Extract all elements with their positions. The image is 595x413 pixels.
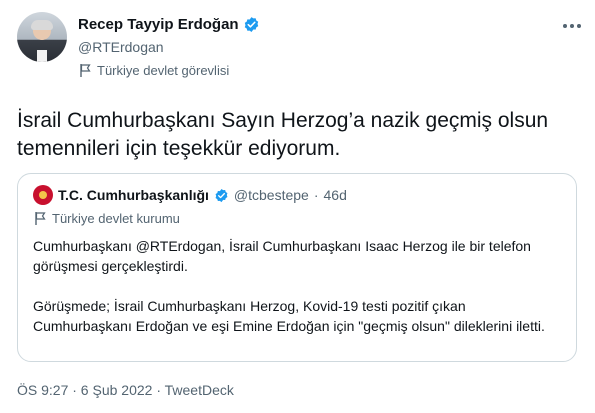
quoted-author-handle[interactable]: @tcbestepe [234,187,309,203]
more-dot [570,24,574,28]
author-affiliation-text: Türkiye devlet görevlisi [97,63,230,78]
quoted-paragraph-2: Görüşmede; İsrail Cumhurbaşkanı Herzog, … [33,298,545,334]
quoted-tweet-body: Cumhurbaşkanı @RTErdogan, İsrail Cumhurb… [33,236,563,356]
author-name[interactable]: Recep Tayyip Erdoğan [78,16,239,33]
flag-icon [35,212,46,225]
quoted-tweet-header: T.C. Cumhurbaşkanlığı @tcbestepe · 46d [33,185,347,205]
more-dot [563,24,567,28]
quoted-paragraph-1: Cumhurbaşkanı @RTErdogan, İsrail Cumhurb… [33,238,531,274]
quoted-avatar[interactable] [33,185,53,205]
author-affiliation-label: Türkiye devlet görevlisi [80,63,229,78]
tweet-text: İsrail Cumhurbaşkanı Sayın Herzog’a nazi… [17,109,549,160]
author-avatar[interactable] [17,12,67,62]
avatar-shirt [37,50,47,62]
quoted-affiliation-label: Türkiye devlet kurumu [35,211,180,226]
more-dot [577,24,581,28]
author-handle[interactable]: @RTErdogan [78,39,164,55]
flag-icon [80,64,91,77]
author-name-row[interactable]: Recep Tayyip Erdoğan [78,16,260,33]
quoted-tweet[interactable]: T.C. Cumhurbaşkanlığı @tcbestepe · 46d T… [17,173,577,362]
quoted-affiliation-text: Türkiye devlet kurumu [52,211,180,226]
quoted-separator: · [313,187,319,203]
quoted-age[interactable]: 46d [324,187,347,203]
verified-badge-icon [215,188,228,202]
tweet-meta[interactable]: ÖS 9:27 · 6 Şub 2022 · TweetDeck [17,382,234,398]
quoted-author-name[interactable]: T.C. Cumhurbaşkanlığı [58,187,209,203]
verified-badge-icon [244,17,258,32]
avatar-hair [31,20,53,30]
more-options-icon[interactable] [563,22,583,30]
